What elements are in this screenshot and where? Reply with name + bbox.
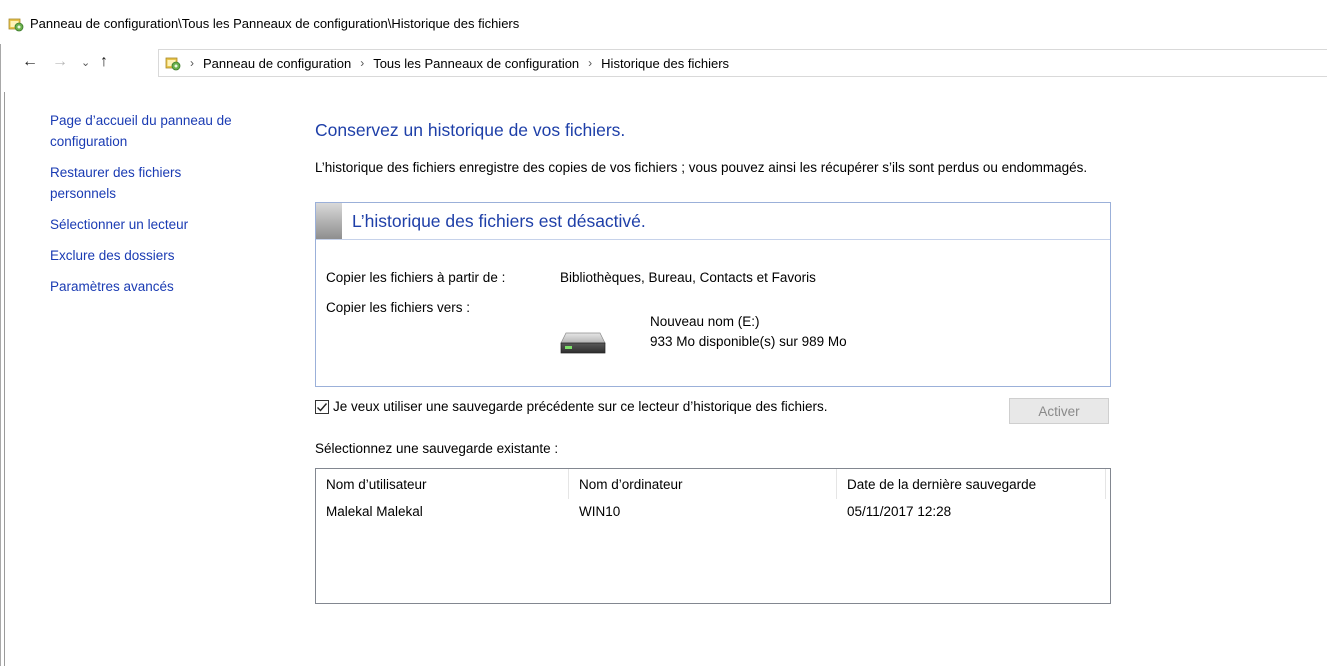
breadcrumb-separator-icon: › — [190, 56, 194, 70]
address-bar[interactable]: › Panneau de configuration › Tous les Pa… — [158, 49, 1327, 77]
sidebar-item-advanced-settings[interactable]: Paramètres avancés — [50, 276, 290, 297]
control-panel-icon — [8, 18, 24, 32]
window-edge — [4, 92, 5, 666]
use-previous-backup-row: Je veux utiliser une sauvegarde précéden… — [315, 399, 828, 414]
window-edge — [0, 44, 1, 666]
page-description: L’historique des fichiers enregistre des… — [315, 160, 1088, 175]
drive-icon — [560, 332, 606, 354]
recent-locations-chevron-icon[interactable]: ⌄ — [81, 56, 90, 69]
sidebar-item-exclude-folders[interactable]: Exclure des dossiers — [50, 245, 290, 266]
column-header-last-backup-date[interactable]: Date de la dernière sauvegarde — [837, 469, 1106, 499]
cell-computer-name: WIN10 — [579, 504, 621, 519]
backups-table[interactable]: Nom d’utilisateur Nom d’ordinateur Date … — [315, 468, 1111, 604]
navigation-bar: ← → ⌄ ↑ › Panneau de configuration › Tou… — [0, 49, 1327, 77]
forward-arrow-icon[interactable]: → — [52, 53, 68, 71]
status-header: L’historique des fichiers est désactivé. — [316, 203, 1110, 240]
checkmark-icon — [317, 402, 328, 412]
status-title: L’historique des fichiers est désactivé. — [352, 211, 646, 231]
status-stripe — [316, 203, 342, 239]
sidebar-item-restore-personal-files[interactable]: Restaurer des fichiers personnels — [50, 162, 220, 204]
breadcrumb-tous-les-panneaux[interactable]: Tous les Panneaux de configuration — [373, 56, 579, 71]
sidebar: Page d’accueil du panneau de configurati… — [50, 110, 290, 297]
copy-from-label: Copier les fichiers à partir de : — [326, 270, 506, 285]
window-title: Panneau de configuration\Tous les Pannea… — [30, 16, 520, 31]
title-bar: Panneau de configuration\Tous les Pannea… — [0, 0, 1327, 44]
breadcrumb-separator-icon: › — [588, 56, 593, 70]
cell-last-backup-date: 05/11/2017 12:28 — [847, 504, 952, 519]
use-previous-backup-checkbox[interactable] — [315, 399, 329, 414]
table-header: Nom d’utilisateur Nom d’ordinateur Date … — [316, 469, 1110, 499]
activate-button[interactable]: Activer — [1009, 398, 1109, 424]
copy-to-label: Copier les fichiers vers : — [326, 300, 471, 315]
select-backup-label: Sélectionnez une sauvegarde existante : — [315, 441, 559, 456]
drive-name: Nouveau nom (E:) — [650, 314, 760, 329]
status-panel: L’historique des fichiers est désactivé.… — [315, 202, 1111, 387]
up-arrow-icon[interactable]: ↑ — [100, 53, 108, 71]
breadcrumb-historique-des-fichiers[interactable]: Historique des fichiers — [601, 56, 729, 71]
copy-from-value: Bibliothèques, Bureau, Contacts et Favor… — [560, 270, 816, 285]
column-header-user-name[interactable]: Nom d’utilisateur — [316, 469, 569, 499]
table-row[interactable]: Malekal Malekal WIN10 05/11/2017 12:28 — [316, 499, 1110, 525]
breadcrumb-separator-icon: › — [360, 56, 365, 70]
drive-space: 933 Mo disponible(s) sur 989 Mo — [650, 334, 847, 349]
sidebar-item-select-drive[interactable]: Sélectionner un lecteur — [50, 214, 290, 235]
sidebar-item-control-panel-home[interactable]: Page d’accueil du panneau de configurati… — [50, 110, 275, 152]
control-panel-icon — [165, 57, 181, 71]
back-arrow-icon[interactable]: ← — [22, 53, 38, 71]
breadcrumb-panneau-de-configuration[interactable]: Panneau de configuration — [203, 56, 351, 71]
page-title: Conservez un historique de vos fichiers. — [315, 120, 626, 140]
use-previous-backup-label[interactable]: Je veux utiliser une sauvegarde précéden… — [333, 399, 828, 414]
column-header-computer-name[interactable]: Nom d’ordinateur — [569, 469, 837, 499]
cell-user-name: Malekal Malekal — [326, 504, 423, 519]
